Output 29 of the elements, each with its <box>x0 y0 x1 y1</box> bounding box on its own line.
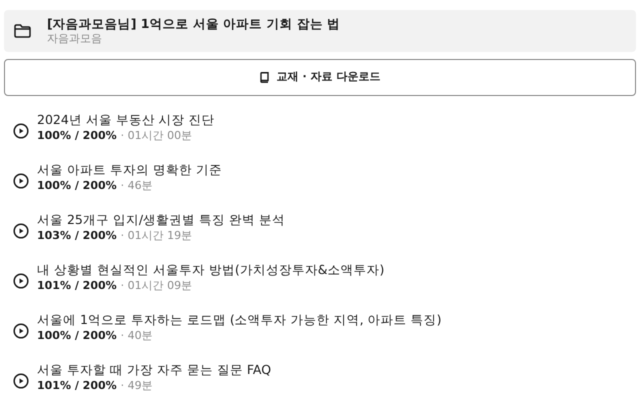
duration-text: · 46분 <box>120 178 153 193</box>
duration-text: · 01시간 19분 <box>120 228 192 243</box>
lesson-title[interactable]: 서울 25개구 입지/생활권별 특징 완벽 분석 <box>37 211 285 228</box>
play-icon[interactable] <box>13 273 29 289</box>
download-button[interactable]: 교재 · 자료 다운로드 <box>4 59 636 96</box>
lesson-title[interactable]: 서울 투자할 때 가장 자주 묻는 질문 FAQ <box>37 361 272 378</box>
course-title: [자음과모음님] 1억으로 서울 아파트 기회 잡는 법 <box>47 16 340 32</box>
progress-text: 103% / 200% <box>37 228 117 243</box>
folder-icon <box>14 24 31 38</box>
lesson-title[interactable]: 2024년 서울 부동산 시장 진단 <box>37 111 215 128</box>
course-author: 자음과모음 <box>47 32 103 46</box>
play-icon[interactable] <box>13 173 29 189</box>
play-icon[interactable] <box>13 373 29 389</box>
duration-text: · 01시간 09분 <box>120 278 192 293</box>
progress-text: 100% / 200% <box>37 178 117 193</box>
play-icon[interactable] <box>13 123 29 139</box>
lesson-title[interactable]: 서울에 1억으로 투자하는 로드맵 (소액투자 가능한 지역, 아파트 특징) <box>37 311 442 328</box>
progress-text: 100% / 200% <box>37 328 117 343</box>
progress-text: 101% / 200% <box>37 278 117 293</box>
play-icon[interactable] <box>13 323 29 339</box>
progress-text: 101% / 200% <box>37 378 117 393</box>
book-icon <box>260 72 269 83</box>
progress-text: 100% / 200% <box>37 128 117 143</box>
duration-text: · 40분 <box>120 328 153 343</box>
duration-text: · 49분 <box>120 378 153 393</box>
lesson-title[interactable]: 서울 아파트 투자의 명확한 기준 <box>37 161 222 178</box>
lesson-title[interactable]: 내 상황별 현실적인 서울투자 방법(가치성장투자&소액투자) <box>37 261 384 278</box>
duration-text: · 01시간 00분 <box>120 128 192 143</box>
play-icon[interactable] <box>13 223 29 239</box>
